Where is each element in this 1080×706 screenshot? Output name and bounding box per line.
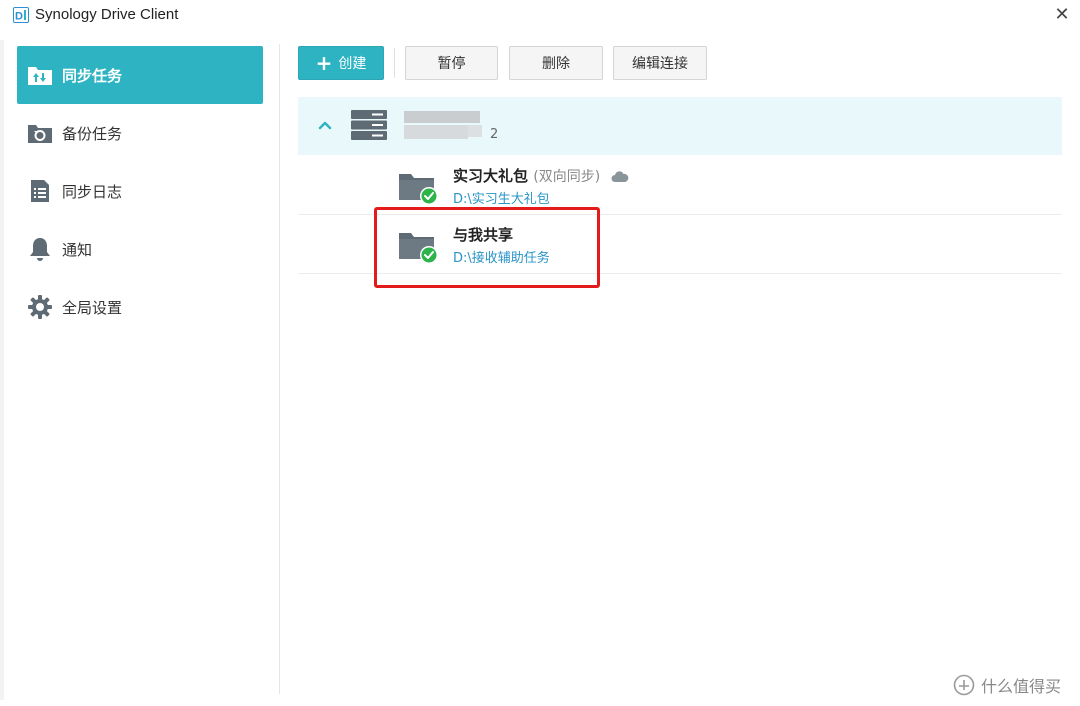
sidebar-item-label: 备份任务 xyxy=(62,124,123,143)
sidebar-item-label: 通知 xyxy=(62,240,93,259)
sidebar-item-label: 同步日志 xyxy=(62,182,123,201)
window-title: Synology Drive Client xyxy=(35,6,179,23)
delete-button[interactable]: 删除 xyxy=(509,46,603,80)
create-button-label: 创建 xyxy=(338,56,367,72)
sidebar-item-backup-tasks[interactable]: 备份任务 xyxy=(17,104,263,162)
sync-folder-icon xyxy=(27,62,53,88)
edit-connection-button[interactable]: 编辑连接 xyxy=(613,46,707,80)
server-connection-row[interactable]: 2 xyxy=(298,97,1062,155)
sidebar-item-label: 全局设置 xyxy=(62,298,123,317)
synology-drive-logo-icon: D xyxy=(13,7,29,23)
synced-folder-icon xyxy=(399,174,438,205)
task-name: 实习大礼包 (双向同步) xyxy=(453,165,629,186)
redacted-server-name xyxy=(404,111,480,123)
plus-icon: + xyxy=(315,51,333,75)
task-name-text: 实习大礼包 xyxy=(453,167,529,185)
chevron-up-icon[interactable] xyxy=(315,115,335,135)
backup-icon xyxy=(27,120,53,146)
title-bar: D Synology Drive Client ✕ xyxy=(0,0,1080,32)
sidebar-item-global-settings[interactable]: 全局设置 xyxy=(17,278,263,336)
redacted-server-address xyxy=(468,125,482,137)
cloud-icon xyxy=(611,170,629,182)
log-list-icon xyxy=(27,178,53,204)
svg-text:D: D xyxy=(15,11,23,23)
create-button[interactable]: + 创建 xyxy=(298,46,384,80)
server-icon xyxy=(351,110,387,140)
watermark-logo-icon xyxy=(953,674,975,696)
sidebar-item-sync-log[interactable]: 同步日志 xyxy=(17,162,263,220)
bell-icon xyxy=(27,236,53,262)
pause-button[interactable]: 暂停 xyxy=(405,46,498,80)
gear-icon xyxy=(27,294,53,320)
highlight-annotation-box xyxy=(374,207,600,288)
app-window: D Synology Drive Client ✕ 同步任务 备份任务 同步日志… xyxy=(0,0,1080,706)
close-button[interactable]: ✕ xyxy=(1048,2,1076,28)
sidebar-item-notifications[interactable]: 通知 xyxy=(17,220,263,278)
sidebar-divider xyxy=(279,44,280,694)
redacted-server-address xyxy=(404,125,468,139)
sync-mode-label: (双向同步) xyxy=(533,169,601,185)
sidebar-item-label: 同步任务 xyxy=(62,66,123,85)
watermark-text: 什么值得买 xyxy=(981,677,1062,696)
watermark: 什么值得买 xyxy=(953,672,1061,698)
toolbar-separator xyxy=(394,48,395,78)
sidebar-item-sync-tasks[interactable]: 同步任务 xyxy=(17,46,263,104)
server-name-suffix: 2 xyxy=(490,127,499,142)
task-local-path[interactable]: D:\实习生大礼包 xyxy=(453,188,550,207)
